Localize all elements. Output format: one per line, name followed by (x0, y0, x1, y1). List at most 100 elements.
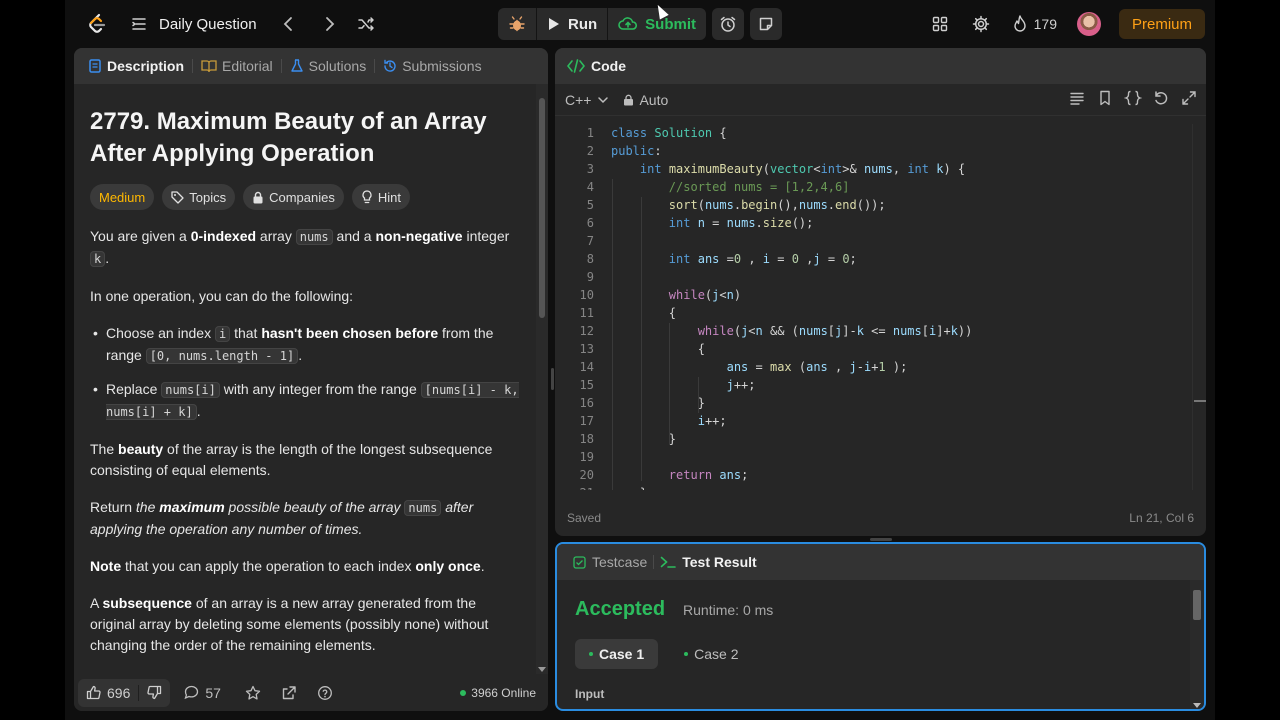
code-line: 15 j++; (579, 378, 756, 392)
run-submit-group: Run Submit (498, 8, 783, 40)
result-scrollbar[interactable] (1190, 580, 1204, 709)
code-line: 7 (586, 234, 594, 248)
layout-grid-icon[interactable] (932, 16, 948, 32)
online-count: 3966 Online (471, 685, 536, 700)
comment-icon (184, 685, 199, 700)
result-tabs: Testcase Test Result (557, 544, 1204, 580)
premium-button[interactable]: Premium (1118, 9, 1205, 39)
code-line: 12 while(j<n && (nums[j]-k <= nums[i]+k)… (579, 324, 973, 338)
editor-scrollbar[interactable] (1192, 124, 1206, 490)
format-lines-icon[interactable] (1068, 89, 1086, 107)
help-icon[interactable] (317, 685, 333, 701)
companies-label: Companies (269, 189, 335, 205)
like-count: 696 (107, 684, 131, 701)
tab-editorial[interactable]: Editorial (193, 48, 281, 84)
tab-description-label: Description (107, 58, 185, 74)
share-icon[interactable] (281, 685, 297, 701)
run-button[interactable]: Run (537, 8, 607, 40)
description-icon (89, 59, 101, 73)
scroll-down-arrow-icon[interactable] (1193, 703, 1201, 708)
vertical-resize-handle[interactable] (551, 368, 554, 390)
tab-testcase-label: Testcase (592, 554, 648, 570)
tab-test-result[interactable]: Test Result (654, 544, 762, 580)
code-line: 19 (579, 450, 594, 464)
next-problem-icon[interactable] (319, 14, 339, 34)
run-label: Run (568, 15, 598, 33)
description-scrollbar[interactable] (536, 84, 548, 674)
reset-undo-icon[interactable] (1152, 89, 1170, 107)
tab-submissions-label: Submissions (402, 58, 482, 74)
runtime-text: Runtime: 0 ms (683, 602, 774, 618)
problem-list-icon[interactable] (131, 16, 147, 32)
scroll-down-arrow-icon[interactable] (538, 667, 546, 672)
tab-testcase[interactable]: Testcase (567, 544, 653, 580)
daily-question-title[interactable]: Daily Question (159, 16, 257, 33)
case-tab[interactable]: Case 2 (670, 639, 752, 669)
online-indicator: 3966 Online (460, 674, 536, 711)
hint-chip[interactable]: Hint (351, 184, 410, 210)
code-line: 16 } (579, 396, 705, 410)
streak-counter[interactable]: 179 (1012, 15, 1057, 33)
leetcode-window: Daily Question Run Submit 179 Premium De… (65, 0, 1215, 720)
shuffle-icon[interactable] (357, 15, 375, 33)
test-result-panel: Testcase Test Result Accepted Runtime: 0… (555, 542, 1206, 711)
fire-icon (1013, 15, 1026, 32)
code-line: 13 { (579, 342, 705, 356)
auto-mode-toggle[interactable]: Auto (623, 92, 668, 108)
problem-nav: Daily Question (131, 0, 375, 48)
companies-chip[interactable]: Companies (243, 184, 344, 210)
chevron-down-icon (598, 96, 609, 103)
desc-paragraph-2: In one operation, you can do the followi… (90, 288, 354, 304)
notes-button[interactable] (750, 8, 783, 40)
desc-paragraph-3: The beauty of the array is the length of… (90, 441, 493, 478)
code-panel: Code C++ Auto 1 class Solution {2 publi… (555, 48, 1206, 536)
description-panel: Description Editorial Solutions Submissi… (74, 48, 548, 711)
favorite-star-icon[interactable] (245, 685, 261, 701)
user-avatar[interactable] (1076, 12, 1101, 36)
code-line: 2 public: (586, 144, 662, 158)
list-item: Choose an index i that hasn't been chose… (90, 323, 520, 367)
thumbs-down-icon (147, 685, 162, 700)
like-button[interactable]: 696 (78, 685, 138, 701)
bookmark-icon[interactable] (1096, 89, 1114, 107)
code-brackets-icon (567, 59, 585, 73)
tab-solutions[interactable]: Solutions (282, 48, 375, 84)
result-body: Accepted Runtime: 0 ms Case 1 Case 2 Inp… (557, 580, 1192, 709)
language-select[interactable]: C++ (565, 92, 609, 108)
code-line: 1 class Solution { (586, 126, 727, 140)
code-editor[interactable]: 1 class Solution { 2 public: 3 int maximum… (555, 124, 1206, 490)
topics-label: Topics (189, 189, 227, 205)
lightbulb-icon (362, 190, 372, 204)
problem-chips: Medium Topics Companies Hint (90, 184, 520, 210)
leetcode-logo-icon[interactable] (85, 12, 109, 36)
difficulty-badge: Medium (90, 184, 155, 210)
horizontal-resize-handle[interactable] (870, 538, 892, 541)
verdict-status: Accepted (575, 598, 666, 620)
timer-button[interactable] (712, 8, 745, 40)
play-icon (549, 18, 559, 30)
case-tabs: Case 1 Case 2 (575, 639, 1174, 669)
scrollbar-thumb[interactable] (539, 98, 545, 318)
settings-gear-icon[interactable] (972, 15, 990, 33)
tab-description[interactable]: Description (80, 48, 192, 84)
topics-chip[interactable]: Topics (162, 184, 236, 210)
dislike-button[interactable] (139, 685, 170, 700)
hint-label: Hint (377, 189, 401, 205)
code-line: 17 i++; (579, 414, 727, 428)
flask-icon (290, 59, 303, 72)
comments-button[interactable]: 57 (184, 685, 221, 701)
expand-fullscreen-icon[interactable] (1180, 89, 1198, 107)
tab-submissions[interactable]: Submissions (375, 48, 489, 84)
scrollbar-thumb[interactable] (1193, 590, 1201, 620)
user-area: 179 Premium (932, 0, 1215, 48)
top-navbar: Daily Question Run Submit 179 Premium (65, 0, 1215, 48)
debug-button[interactable] (498, 8, 536, 40)
code-line: 8 int ans =0 , i = 0 ,j = 0; (586, 252, 857, 266)
curly-braces-icon[interactable] (1124, 89, 1142, 107)
like-dislike-group: 696 (78, 678, 171, 707)
case-tab[interactable]: Case 1 (575, 639, 659, 669)
prev-problem-icon[interactable] (279, 14, 299, 34)
problem-description: 2779. Maximum Beauty of an Array After A… (74, 84, 536, 674)
operation-list: Choose an index i that hasn't been chose… (90, 323, 520, 423)
desc-paragraph-6: A subsequence of an array is a new array… (90, 595, 489, 653)
